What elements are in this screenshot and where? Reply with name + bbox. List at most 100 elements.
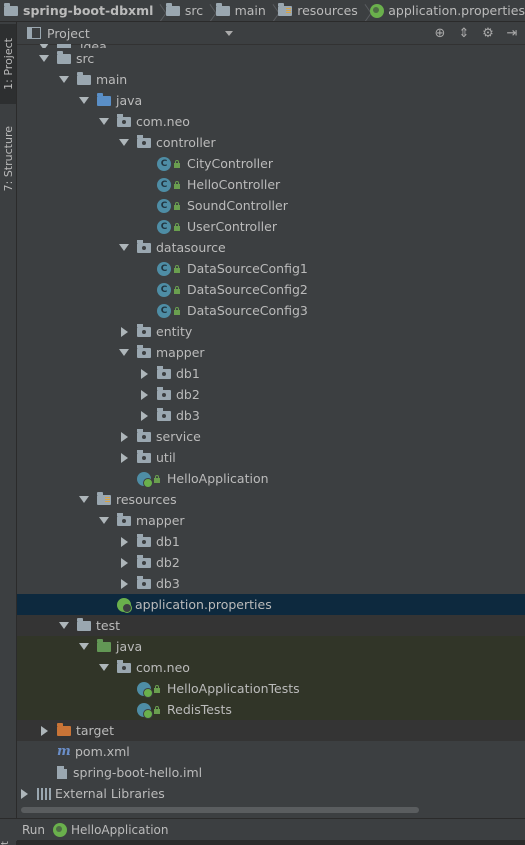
collapse-arrow-icon[interactable]	[17, 783, 31, 804]
tree-item-datasourceconfig1[interactable]: C DataSourceConfig1	[17, 258, 525, 279]
expand-arrow-icon[interactable]	[117, 342, 131, 363]
expand-arrow-icon[interactable]	[97, 111, 111, 132]
panel-toolbar: ⊕ ⇕ ⚙ ⇥	[433, 22, 525, 44]
tree-item-label: java	[116, 93, 143, 108]
breadcrumb-label: main	[234, 3, 266, 18]
collapse-arrow-icon[interactable]	[137, 363, 151, 384]
tab-project[interactable]: 1: Project	[0, 24, 16, 104]
tree-item-hellocontroller[interactable]: C HelloController	[17, 174, 525, 195]
tree-item-helloapplicationtests[interactable]: HelloApplicationTests	[17, 678, 525, 699]
gear-icon[interactable]: ⚙	[481, 26, 495, 41]
tree-item-db1[interactable]: db1	[17, 531, 525, 552]
tree-item-src[interactable]: src	[17, 48, 525, 69]
tree-item-spring-boot-hello-iml[interactable]: spring-boot-hello.iml	[17, 762, 525, 783]
expand-arrow-icon[interactable]	[77, 90, 91, 111]
collapse-arrow-icon[interactable]	[117, 447, 131, 468]
collapse-arrow-icon[interactable]	[37, 720, 51, 741]
tree-item-com-neo[interactable]: com.neo	[17, 111, 525, 132]
package-icon	[137, 239, 151, 253]
tree-item-label: HelloApplication	[167, 471, 269, 486]
breadcrumb-src[interactable]: src	[162, 0, 203, 21]
tree-item-citycontroller[interactable]: C CityController	[17, 153, 525, 174]
tab-structure[interactable]: 7: Structure	[0, 114, 16, 204]
tree-item-mapper[interactable]: mapper	[17, 510, 525, 531]
collapse-arrow-icon[interactable]	[117, 573, 131, 594]
tree-item-soundcontroller[interactable]: C SoundController	[17, 195, 525, 216]
libraries-icon	[37, 787, 51, 800]
tree-item-helloapplication[interactable]: HelloApplication	[17, 468, 525, 489]
tree-item-label: spring-boot-hello.iml	[73, 765, 203, 780]
lock-icon	[173, 306, 181, 315]
expand-arrow-icon[interactable]	[97, 510, 111, 531]
class-icon: C	[157, 261, 171, 276]
package-icon	[137, 134, 151, 148]
tree-item-com-neo[interactable]: com.neo	[17, 657, 525, 678]
expand-arrow-icon[interactable]	[57, 615, 71, 636]
tree-item-application-properties[interactable]: application.properties	[17, 594, 525, 615]
collapse-arrow-icon[interactable]	[117, 552, 131, 573]
folder-icon	[77, 617, 91, 631]
expand-arrow-icon[interactable]	[77, 636, 91, 657]
expand-arrow-icon[interactable]	[117, 237, 131, 258]
tree-item-controller[interactable]: controller	[17, 132, 525, 153]
tree-item-entity[interactable]: entity	[17, 321, 525, 342]
tree-item-db3[interactable]: db3	[17, 573, 525, 594]
tree-item-db3[interactable]: db3	[17, 405, 525, 426]
breadcrumb-label: resources	[297, 3, 358, 18]
tree-item-label: datasource	[156, 240, 226, 255]
tree-item-mapper[interactable]: mapper	[17, 342, 525, 363]
collapse-icon[interactable]: ⇕	[457, 26, 471, 41]
expand-arrow-icon[interactable]	[97, 657, 111, 678]
breadcrumb-separator	[362, 0, 366, 21]
tree-item-test[interactable]: test	[17, 615, 525, 636]
tree-item-java[interactable]: java	[17, 90, 525, 111]
tree-item-redistests[interactable]: RedisTests	[17, 699, 525, 720]
breadcrumb-main[interactable]: main	[212, 0, 266, 21]
expand-arrow-icon[interactable]	[77, 489, 91, 510]
tree-item-datasourceconfig3[interactable]: C DataSourceConfig3	[17, 300, 525, 321]
breadcrumb-resources[interactable]: resources	[274, 0, 358, 21]
scrollbar-thumb[interactable]	[21, 807, 419, 813]
tree-item-db1[interactable]: db1	[17, 363, 525, 384]
collapse-arrow-icon[interactable]	[117, 426, 131, 447]
tree-item-label: resources	[116, 492, 177, 507]
tree-item-resources[interactable]: resources	[17, 489, 525, 510]
collapse-arrow-icon[interactable]	[137, 405, 151, 426]
tree-item-external-libraries[interactable]: External Libraries	[17, 783, 525, 804]
tree-item-label: com.neo	[136, 114, 190, 129]
expand-arrow-icon[interactable]	[37, 48, 51, 69]
tree-item-pom-xml[interactable]: m pom.xml	[17, 741, 525, 762]
tree-item-datasource[interactable]: datasource	[17, 237, 525, 258]
run-tab-label[interactable]: Run	[22, 823, 45, 837]
tree-item-service[interactable]: service	[17, 426, 525, 447]
lock-icon	[173, 159, 181, 168]
expand-arrow-icon[interactable]	[117, 132, 131, 153]
tree-item-java[interactable]: java	[17, 636, 525, 657]
breadcrumb-application-properties[interactable]: application.properties	[366, 0, 525, 21]
tree-item-target[interactable]: target	[17, 720, 525, 741]
tree-item-label: db3	[176, 408, 200, 423]
collapse-arrow-icon[interactable]	[117, 321, 131, 342]
tree-item-util[interactable]: util	[17, 447, 525, 468]
expand-arrow-icon[interactable]	[57, 69, 71, 90]
target-icon[interactable]: ⊕	[433, 26, 447, 41]
hide-icon[interactable]: ⇥	[505, 26, 519, 41]
project-panel: Project ⊕ ⇕ ⚙ ⇥ .ideasrcmainjavacom.neoc…	[17, 22, 525, 822]
breadcrumb-project[interactable]: spring-boot-dbxml	[0, 0, 153, 21]
tree-item-label: mapper	[136, 513, 185, 528]
tree-item-label: db2	[176, 387, 200, 402]
tree-item-db2[interactable]: db2	[17, 384, 525, 405]
tree-item-usercontroller[interactable]: C UserController	[17, 216, 525, 237]
collapse-arrow-icon[interactable]	[117, 531, 131, 552]
project-view-selector[interactable]: Project	[47, 26, 237, 41]
tree-item-db2[interactable]: db2	[17, 552, 525, 573]
run-app-label[interactable]: HelloApplication	[71, 823, 168, 837]
breadcrumb-separator	[207, 0, 211, 21]
resources-folder-icon	[97, 491, 111, 505]
collapse-arrow-icon[interactable]	[137, 384, 151, 405]
tree-item-main[interactable]: main	[17, 69, 525, 90]
horizontal-scrollbar[interactable]	[17, 806, 525, 814]
package-icon	[117, 113, 131, 127]
tree-item-datasourceconfig2[interactable]: C DataSourceConfig2	[17, 279, 525, 300]
package-icon	[137, 554, 151, 568]
